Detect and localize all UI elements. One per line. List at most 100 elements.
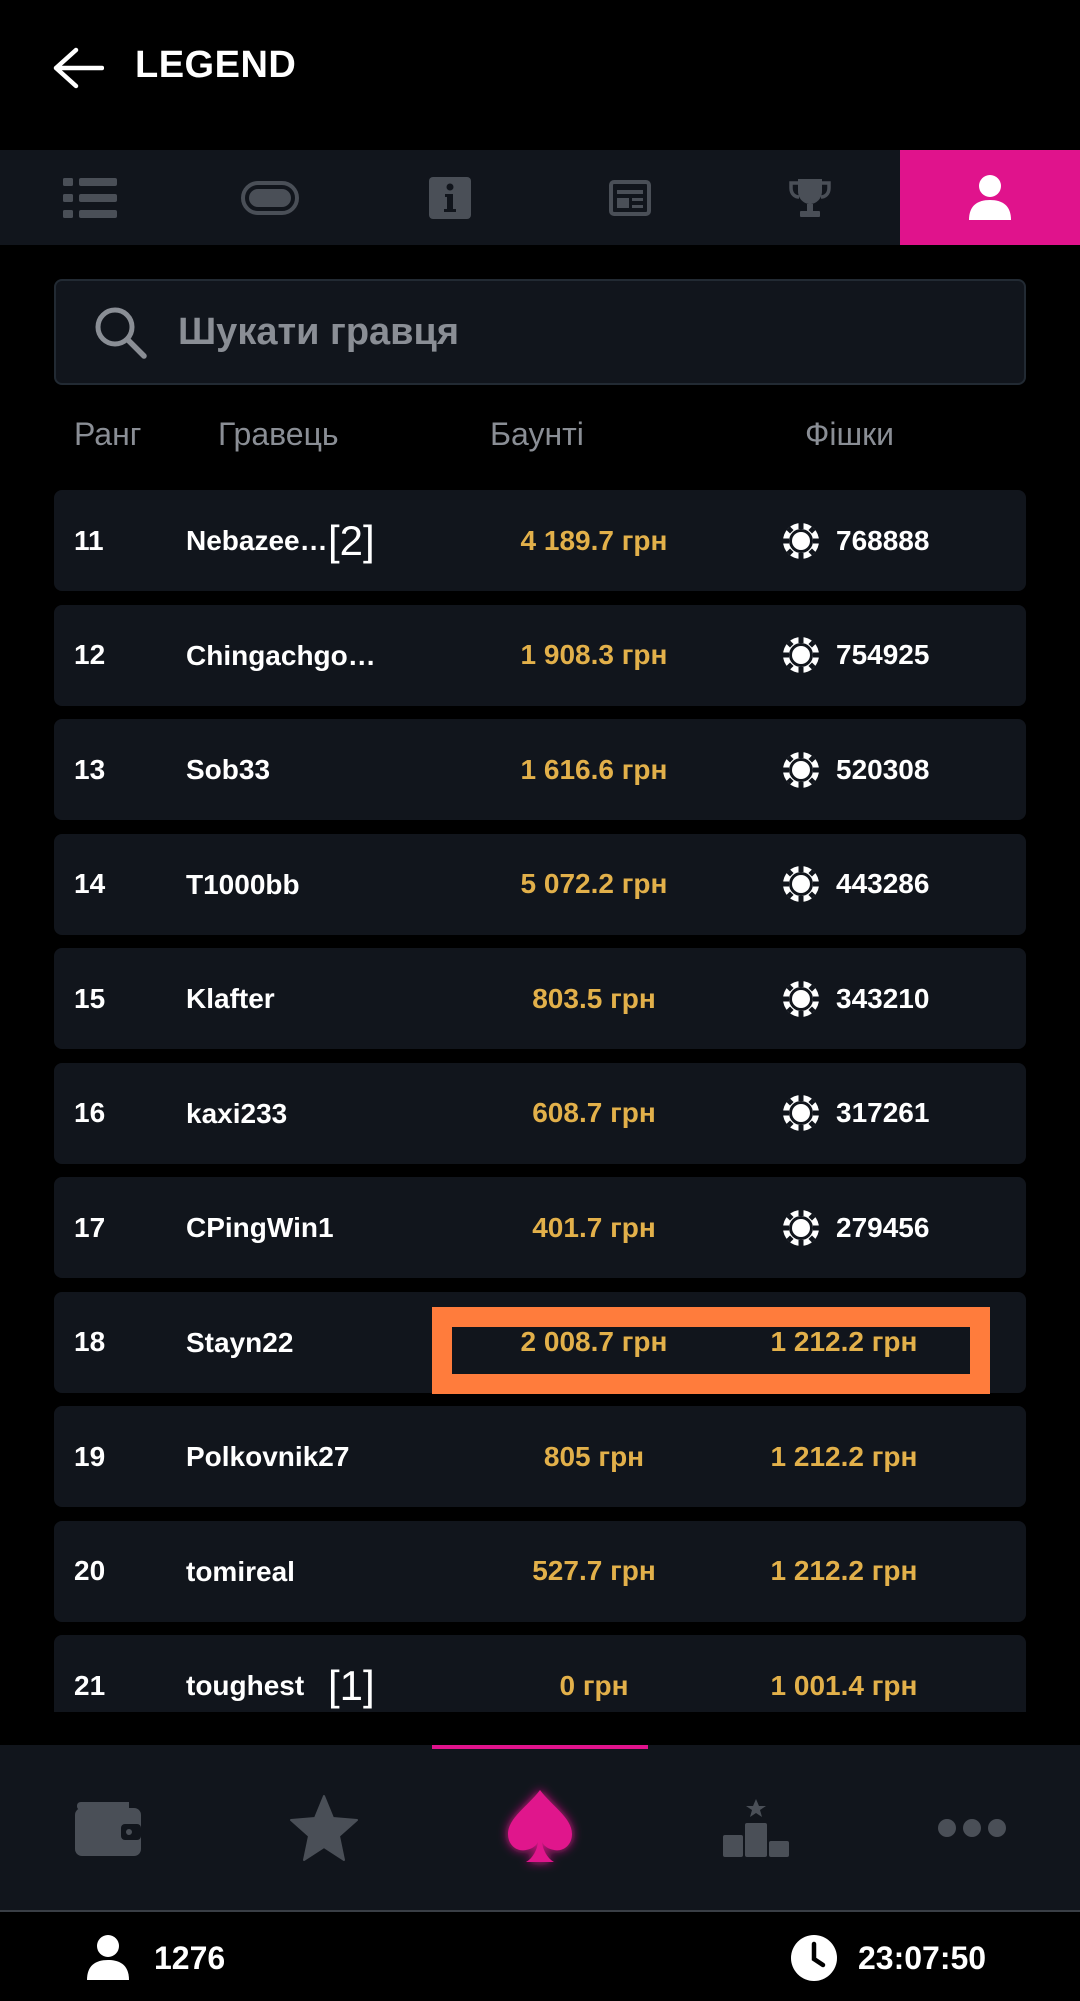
column-header-rank[interactable]: Ранг xyxy=(74,416,141,453)
online-users: 1276 xyxy=(86,1934,225,1982)
clock-time: 23:07:50 xyxy=(858,1939,987,1976)
tab-info[interactable] xyxy=(360,150,540,245)
list-icon xyxy=(63,177,117,218)
active-nav-indicator xyxy=(432,1745,648,1749)
rank-cell: 20 xyxy=(74,1555,106,1586)
nav-wallet[interactable] xyxy=(0,1745,216,1910)
chips-cell: 343210 xyxy=(782,948,929,1049)
bounty-cell: 4 189.7 грн xyxy=(520,524,668,556)
player-name[interactable]: Chingachgo… xyxy=(186,605,386,706)
rank-cell: 19 xyxy=(74,1440,106,1472)
bounty-cell: 1 908.3 грн xyxy=(520,639,668,670)
table-row[interactable]: 14 T1000bb 5 072.2 грн 443286 xyxy=(54,833,1026,935)
bounty-cell: 5 072.2 грн xyxy=(520,868,668,899)
status-bar: 1276 23:07:50 xyxy=(0,1912,1080,2001)
highlight-box xyxy=(432,1307,990,1394)
rank-cell: 18 xyxy=(74,1326,106,1357)
chips-value: 520308 xyxy=(836,753,930,785)
online-users-count: 1276 xyxy=(154,1939,226,1976)
nav-more[interactable] xyxy=(864,1745,1080,1910)
rank-cell: 16 xyxy=(74,1097,106,1128)
player-name[interactable]: T1000bb xyxy=(186,834,386,935)
tab-trophy[interactable] xyxy=(720,150,900,245)
chips-cell: 754925 xyxy=(782,605,929,706)
table-row[interactable]: 19 Polkovnik27 805 грн 1 212.2 грн xyxy=(54,1406,1026,1507)
chips-cell: 768888 xyxy=(782,490,929,591)
chips-value: 754925 xyxy=(836,639,930,670)
table-row[interactable]: 11 Nebazee… [2] 4 189.7 грн 768888 xyxy=(54,490,1026,591)
leaderboard-icon xyxy=(723,1798,789,1857)
rank-cell: 15 xyxy=(74,982,106,1014)
chips-cell: 1 212.2 грн xyxy=(770,1440,918,1472)
rank-cell: 11 xyxy=(74,524,104,556)
table-row[interactable]: 21 toughest [1] 0 грн 1 001.4 грн xyxy=(54,1635,1026,1712)
search-icon xyxy=(95,307,147,359)
chip-icon xyxy=(783,751,819,788)
back-button[interactable] xyxy=(48,38,108,98)
nav-leaderboard[interactable] xyxy=(648,1745,864,1910)
player-search xyxy=(54,279,1026,385)
chips-value: 443286 xyxy=(836,868,930,899)
player-name[interactable]: Sob33 xyxy=(186,719,386,820)
table-row[interactable]: 20 tomireal 527.7 грн 1 212.2 грн xyxy=(54,1520,1026,1622)
chip-icon xyxy=(783,1209,819,1246)
news-icon xyxy=(609,179,651,216)
table-row[interactable]: 17 CPingWin1 401.7 грн 279456 xyxy=(54,1177,1026,1278)
table-row[interactable]: 16 kaxi233 608.7 грн 317261 xyxy=(54,1062,1026,1164)
chips-cell: 279456 xyxy=(782,1177,929,1278)
bottom-nav xyxy=(0,1745,1080,1910)
bounty-cell: 401.7 грн xyxy=(532,1211,656,1243)
chips-cell: 443286 xyxy=(782,834,929,935)
tab-players[interactable] xyxy=(900,150,1080,245)
annotation-tag: [2] xyxy=(328,516,375,564)
chip-icon xyxy=(783,522,819,559)
nav-poker[interactable] xyxy=(432,1745,648,1910)
chips-cell: 317261 xyxy=(782,1063,929,1164)
chip-icon xyxy=(783,1095,819,1131)
spade-icon xyxy=(508,1789,572,1862)
table-row[interactable]: 15 Klafter 803.5 грн 343210 xyxy=(54,948,1026,1049)
column-header-bounty[interactable]: Баунті xyxy=(490,416,584,453)
annotation-tag: [1] xyxy=(328,1661,375,1709)
info-icon xyxy=(429,176,471,219)
rank-cell: 13 xyxy=(74,753,106,785)
star-icon xyxy=(290,1794,358,1861)
chips-value: 317261 xyxy=(836,1097,930,1128)
chips-cell: 1 212.2 грн xyxy=(770,1555,918,1586)
column-header-player[interactable]: Гравець xyxy=(218,416,339,453)
table-row[interactable]: 12 Chingachgo… 1 908.3 грн 754925 xyxy=(54,604,1026,706)
clock: 23:07:50 xyxy=(790,1934,986,1982)
page-title: LEGEND xyxy=(135,44,297,86)
rank-cell: 17 xyxy=(74,1211,106,1243)
bounty-cell: 803.5 грн xyxy=(532,982,656,1014)
tab-table[interactable] xyxy=(180,150,360,245)
player-name[interactable]: Polkovnik27 xyxy=(186,1406,386,1507)
chips-cell: 520308 xyxy=(782,719,929,820)
chips-value: 768888 xyxy=(836,524,930,556)
player-name[interactable]: kaxi233 xyxy=(186,1063,386,1164)
bounty-cell: 608.7 грн xyxy=(532,1097,656,1128)
player-name[interactable]: tomireal xyxy=(186,1521,386,1622)
player-name[interactable]: Klafter xyxy=(186,948,386,1049)
chips-value: 343210 xyxy=(836,982,930,1014)
table-row[interactable]: 13 Sob33 1 616.6 грн 520308 xyxy=(54,719,1026,820)
tab-list[interactable] xyxy=(0,150,180,245)
more-icon xyxy=(938,1818,1006,1837)
players-list[interactable]: 11 Nebazee… [2] 4 189.7 грн 768888 12 Chingach… xyxy=(54,490,1026,1712)
rank-cell: 21 xyxy=(74,1669,106,1701)
player-name[interactable]: CPingWin1 xyxy=(186,1177,386,1278)
rank-cell: 12 xyxy=(74,639,106,670)
chip-icon xyxy=(783,637,819,673)
pill-icon xyxy=(241,180,299,215)
search-input[interactable] xyxy=(178,297,1024,367)
arrow-left-icon xyxy=(53,47,104,89)
tab-news[interactable] xyxy=(540,150,720,245)
column-header-chips[interactable]: Фішки xyxy=(805,416,894,453)
chip-icon xyxy=(783,866,819,902)
player-name[interactable]: Stayn22 xyxy=(186,1292,386,1393)
rank-cell: 14 xyxy=(74,868,106,899)
trophy-icon xyxy=(789,178,831,217)
clock-icon xyxy=(791,1935,837,1981)
nav-favorites[interactable] xyxy=(216,1745,432,1910)
chips-value: 279456 xyxy=(836,1211,930,1243)
